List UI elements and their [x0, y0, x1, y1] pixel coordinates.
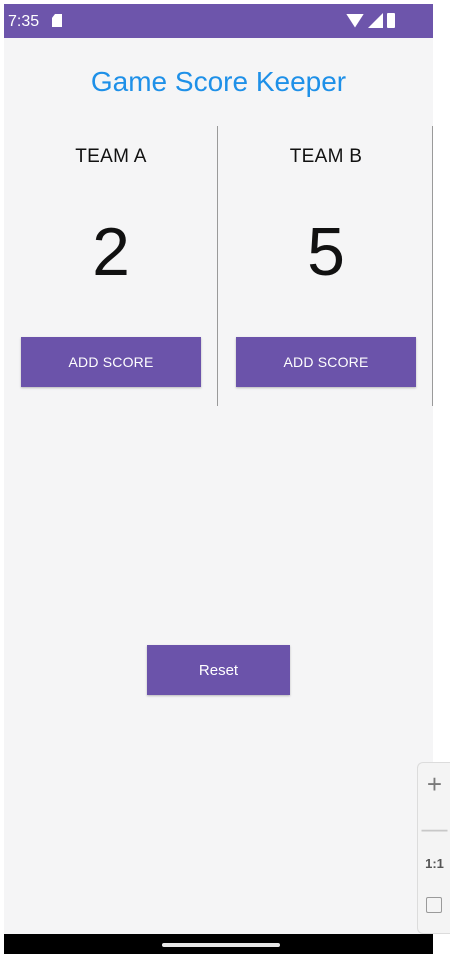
wifi-icon	[346, 13, 364, 28]
team-b-name: TEAM B	[289, 146, 363, 167]
status-time: 7:35	[8, 13, 40, 30]
sd-card-icon	[52, 14, 62, 27]
team-b-add-score-button[interactable]: ADD SCORE	[236, 337, 416, 387]
app-screen: 7:35 Game Score Keeper TEAM A 2 ADD SCOR…	[4, 4, 433, 954]
zoom-controls: + — 1:1	[417, 762, 450, 934]
actual-size-button[interactable]: 1:1	[418, 855, 450, 873]
team-a-panel: TEAM A 2 ADD SCORE	[4, 124, 218, 406]
status-icons	[346, 13, 395, 28]
app-title: Game Score Keeper	[90, 66, 347, 97]
team-b-panel: TEAM B 5 ADD SCORE	[219, 124, 433, 406]
reset-button[interactable]: Reset	[147, 645, 290, 695]
team-a-name: TEAM A	[75, 146, 147, 167]
cellular-signal-icon	[368, 13, 383, 28]
team-b-score: 5	[307, 214, 345, 290]
home-gesture-handle[interactable]	[162, 943, 280, 947]
zoom-in-button[interactable]: +	[418, 769, 450, 799]
fit-screen-icon[interactable]	[426, 897, 442, 913]
column-divider	[217, 126, 218, 406]
status-bar: 7:35	[4, 4, 433, 38]
team-a-add-score-button[interactable]: ADD SCORE	[21, 337, 201, 387]
battery-icon	[387, 13, 395, 28]
navigation-bar	[4, 934, 433, 954]
zoom-out-button[interactable]: —	[418, 813, 450, 843]
team-a-score: 2	[92, 214, 130, 290]
